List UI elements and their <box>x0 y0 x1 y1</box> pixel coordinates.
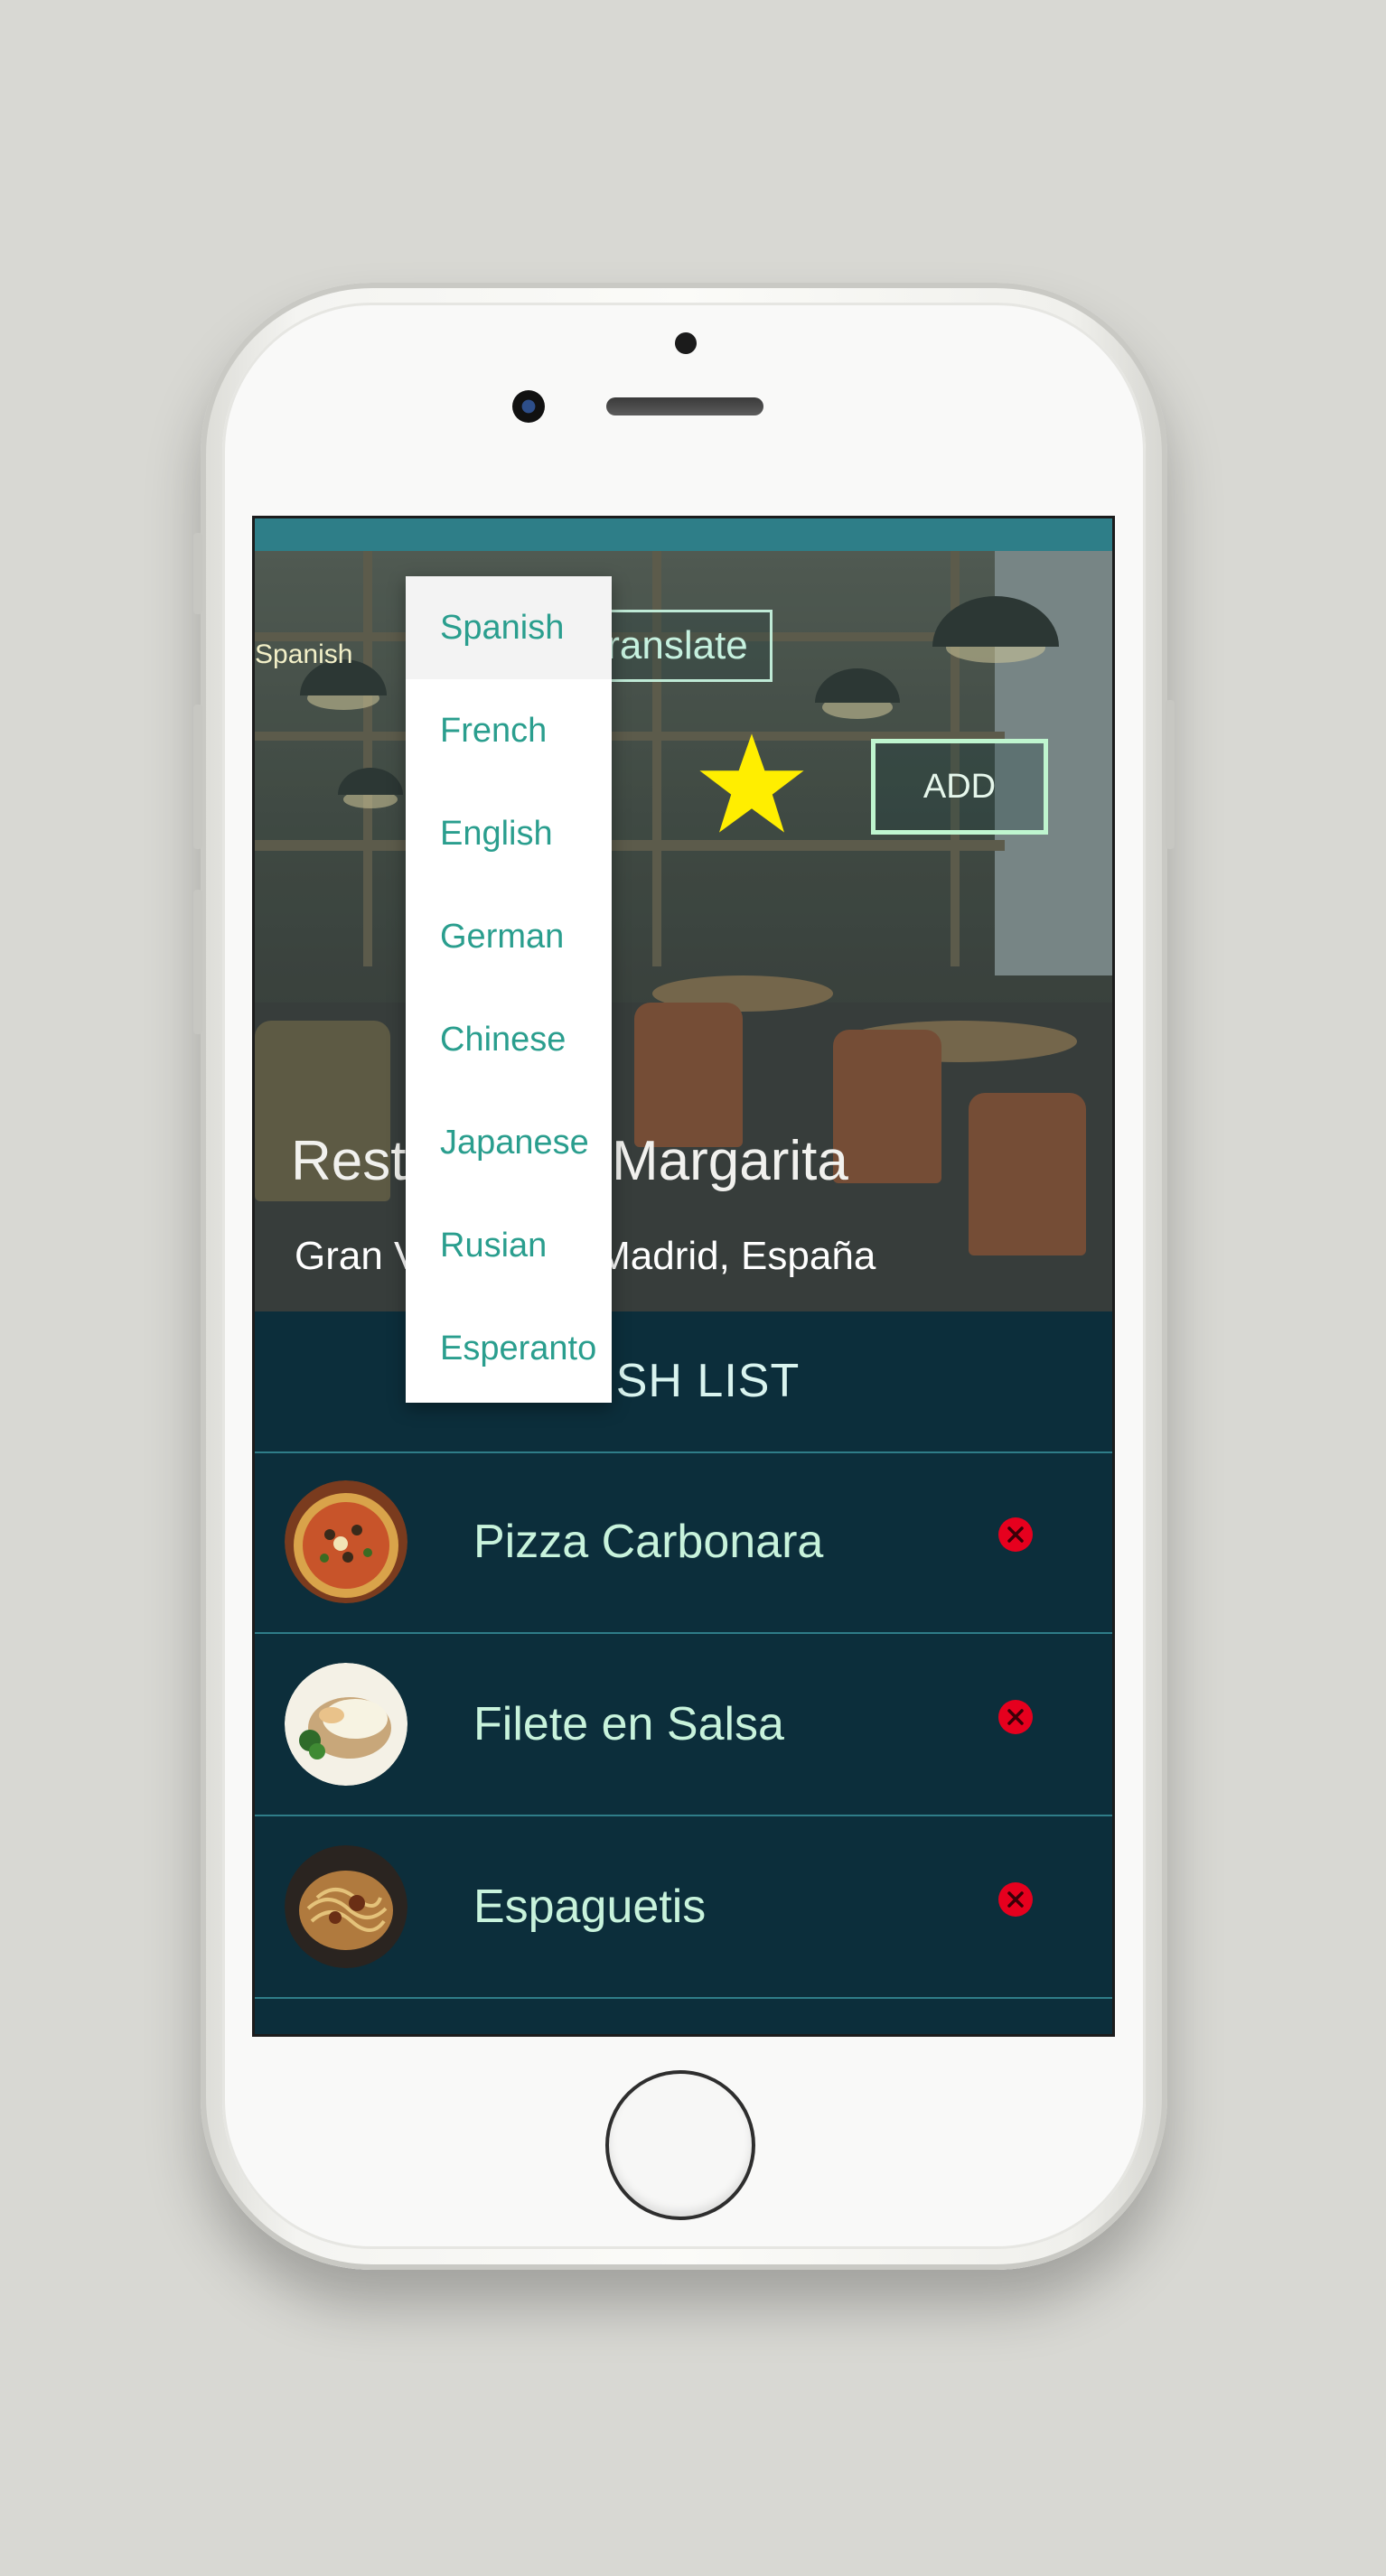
side-button <box>1166 700 1175 849</box>
delete-icon[interactable] <box>997 1517 1034 1553</box>
language-option-japanese[interactable]: Japanese <box>406 1091 612 1194</box>
proximity-sensor <box>675 332 697 354</box>
list-item[interactable]: Filete en Salsa <box>255 1634 1112 1816</box>
language-option-chinese[interactable]: Chinese <box>406 988 612 1091</box>
dish-thumbnail-steak <box>285 1663 407 1786</box>
list-item[interactable]: Espaguetis <box>255 1816 1112 1999</box>
side-button <box>193 533 202 614</box>
dish-thumbnail-spaghetti <box>285 1845 407 1968</box>
front-camera <box>512 390 545 423</box>
delete-icon[interactable] <box>997 1881 1034 1918</box>
add-button[interactable]: ADD <box>871 739 1048 835</box>
side-button <box>193 890 202 1034</box>
home-button[interactable] <box>605 2070 755 2220</box>
dish-thumbnail-pizza <box>285 1480 407 1603</box>
list-item[interactable]: Pizza Carbonara <box>255 1451 1112 1634</box>
language-dropdown: Spanish French English German Chinese Ja… <box>406 576 612 1403</box>
language-option-esperanto[interactable]: Esperanto <box>406 1297 612 1400</box>
restaurant-hero-image: Spanish Translate ADD Restaurante Margar… <box>255 551 1112 1311</box>
language-option-spanish[interactable]: Spanish <box>406 576 612 679</box>
language-option-french[interactable]: French <box>406 679 612 782</box>
dish-name: Pizza Carbonara <box>473 1516 824 1568</box>
language-option-german[interactable]: German <box>406 885 612 988</box>
dish-list-title: DISH LIST <box>255 1311 1112 1453</box>
dish-name: Filete en Salsa <box>473 1698 784 1750</box>
earpiece-speaker <box>606 397 763 415</box>
side-button <box>193 705 202 849</box>
status-bar <box>255 518 1112 551</box>
app-screen: Spanish Translate ADD Restaurante Margar… <box>252 516 1115 2037</box>
language-option-rusian[interactable]: Rusian <box>406 1194 612 1297</box>
language-select[interactable]: Spanish <box>255 639 352 670</box>
star-icon[interactable] <box>698 732 806 835</box>
language-option-english[interactable]: English <box>406 782 612 885</box>
dish-name: Espaguetis <box>473 1881 707 1933</box>
delete-icon[interactable] <box>997 1699 1034 1735</box>
